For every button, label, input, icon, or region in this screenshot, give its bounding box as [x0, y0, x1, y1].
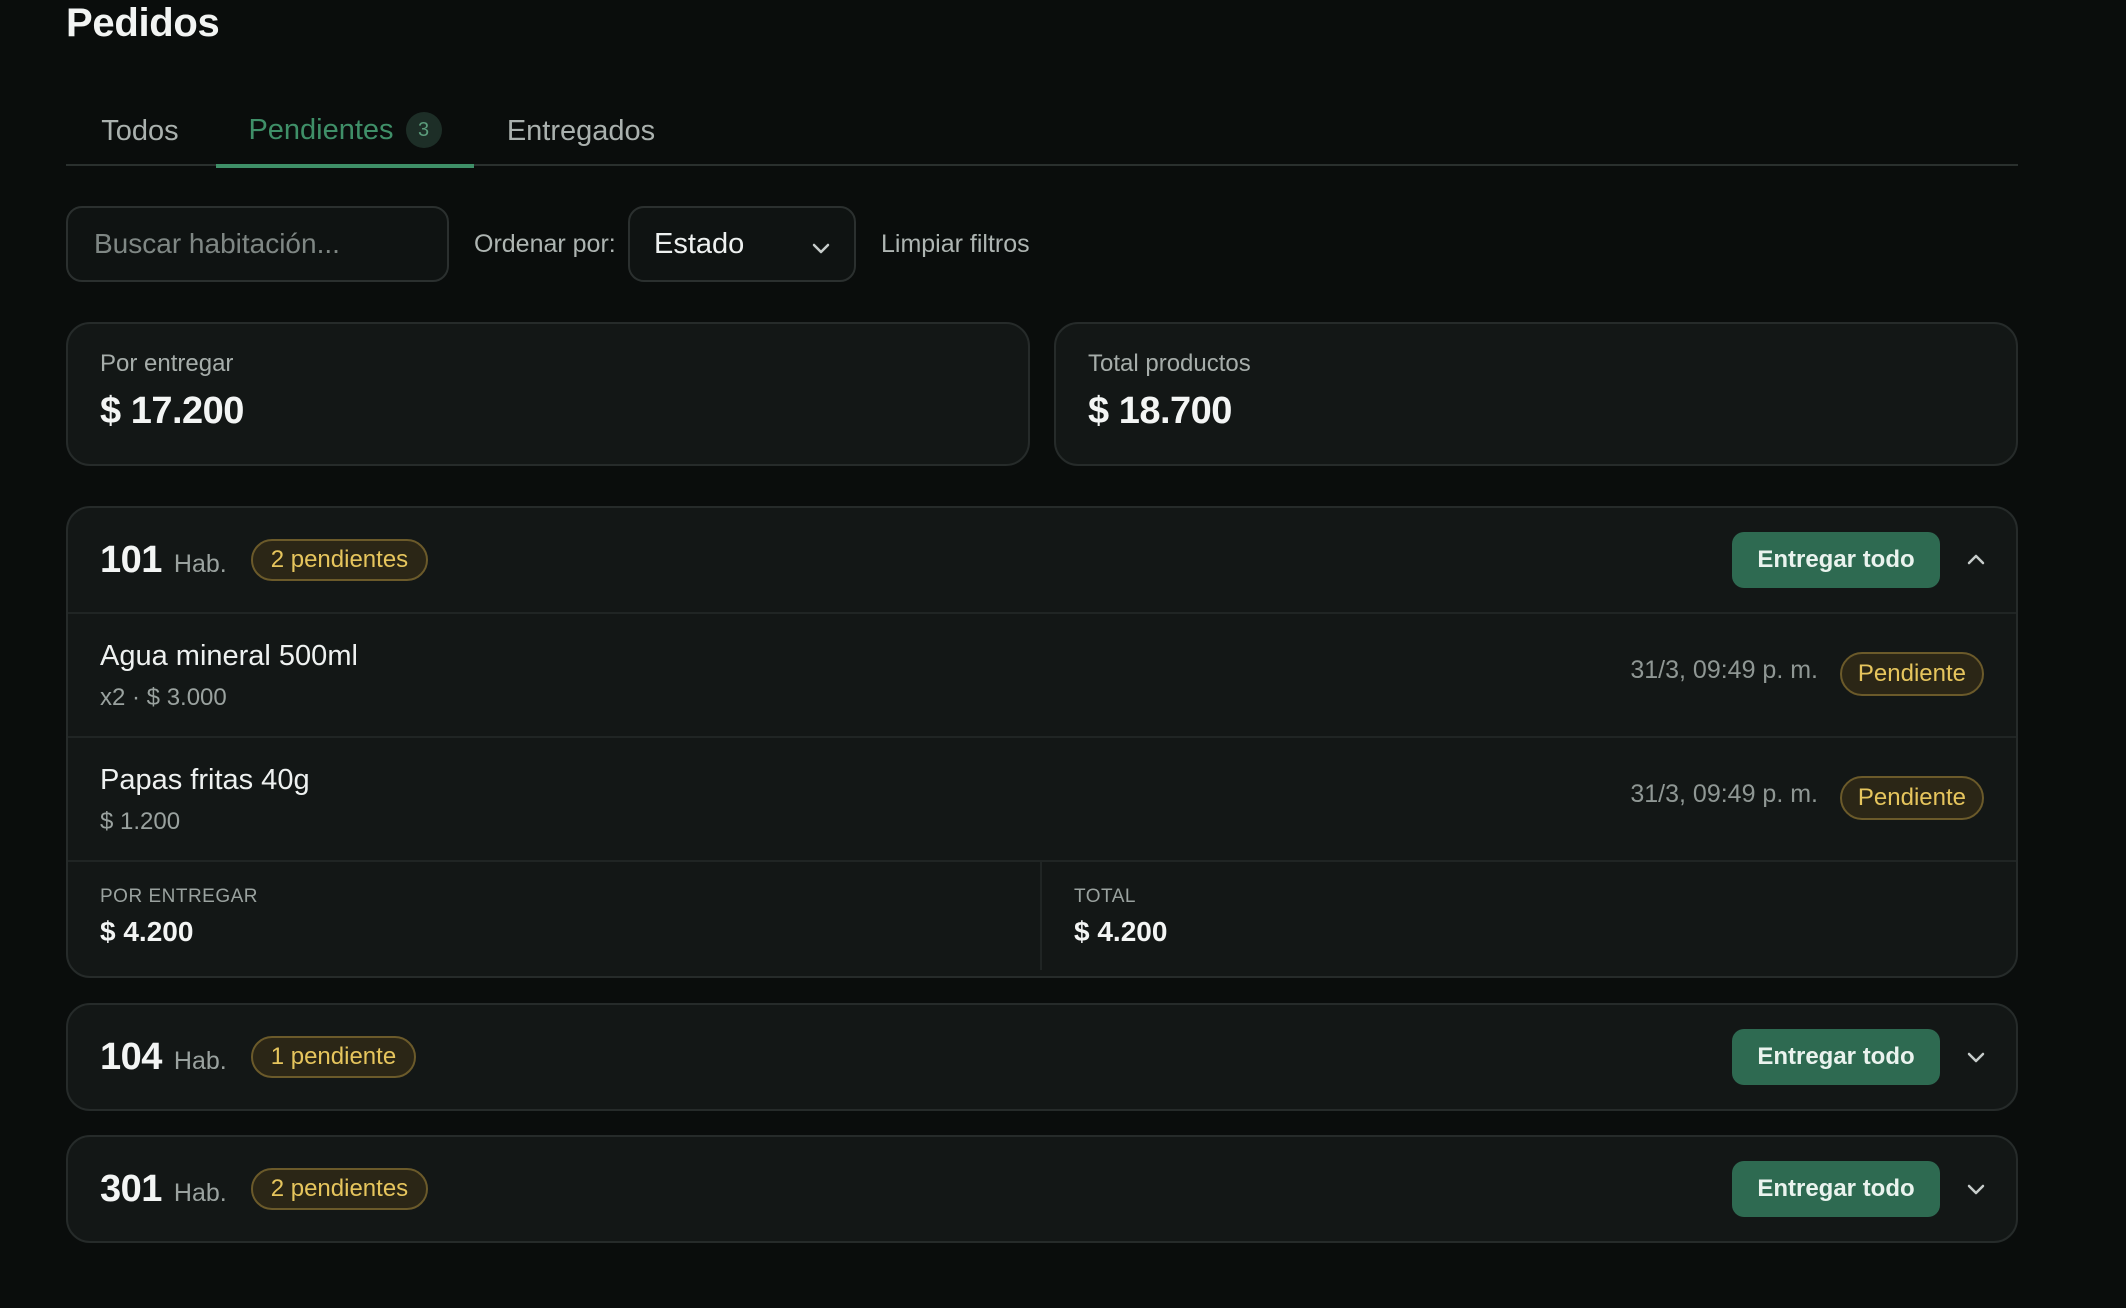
room-header[interactable]: 301 Hab. 2 pendientes Entregar todo [68, 1137, 2016, 1241]
item-list: Agua mineral 500ml x2 · $ 3.000 31/3, 09… [68, 612, 2016, 862]
sort-select[interactable]: Estado [628, 206, 856, 282]
pending-count-badge: 1 pendiente [250, 1036, 417, 1078]
item-quantity-price: $ 1.200 [100, 808, 181, 835]
tab-label: Entregados [506, 114, 656, 147]
pending-count-badge: 2 pendientes [250, 1168, 429, 1210]
sort-selected-value: Estado [654, 227, 745, 260]
deliver-all-button[interactable]: Entregar todo [1732, 1029, 1940, 1085]
item-name: Papas fritas 40g [100, 764, 310, 796]
room-number: 101 [100, 538, 162, 581]
tab-count-badge: 3 [405, 112, 442, 148]
footer-total: TOTAL $ 4.200 [1042, 862, 2016, 970]
chevron-down-icon[interactable] [1960, 1173, 1992, 1205]
summary-value: $ 18.700 [1088, 390, 1232, 432]
sort-label: Ordenar por: [474, 230, 616, 258]
item-name: Agua mineral 500ml [100, 640, 358, 672]
room-hab-label: Hab. [173, 1178, 227, 1207]
chevron-down-icon [810, 234, 832, 267]
item-timestamp: 31/3, 09:49 p. m. [1630, 656, 1818, 684]
pending-count-badge: 2 pendientes [250, 539, 429, 581]
room-card-104: 104 Hab. 1 pendiente Entregar todo [66, 1003, 2018, 1111]
tab-label: Pendientes [248, 113, 394, 146]
deliver-all-button[interactable]: Entregar todo [1732, 532, 1940, 588]
deliver-all-button[interactable]: Entregar todo [1732, 1161, 1940, 1217]
room-card-301: 301 Hab. 2 pendientes Entregar todo [66, 1135, 2018, 1243]
summary-card-total: Total productos $ 18.700 [1054, 322, 2018, 466]
search-input[interactable] [66, 206, 449, 282]
room-footer: POR ENTREGAR $ 4.200 TOTAL $ 4.200 [68, 862, 2016, 970]
status-badge: Pendiente [1839, 652, 1984, 696]
filter-bar: Ordenar por: Estado Limpiar filtros [66, 206, 2018, 282]
footer-label: TOTAL [1074, 886, 1136, 907]
footer-value: $ 4.200 [100, 916, 194, 947]
list-item: Papas fritas 40g $ 1.200 31/3, 09:49 p. … [68, 738, 2016, 862]
tab-label: Todos [101, 114, 179, 147]
room-header[interactable]: 104 Hab. 1 pendiente Entregar todo [68, 1005, 2016, 1109]
page-title: Pedidos [66, 1, 220, 45]
summary-value: $ 17.200 [100, 390, 244, 432]
chevron-down-icon[interactable] [1960, 1041, 1992, 1073]
room-number: 104 [100, 1035, 162, 1078]
summary-label: Por entregar [100, 350, 234, 377]
tab-bar: Todos Pendientes 3 Entregados [66, 96, 2018, 168]
list-item: Agua mineral 500ml x2 · $ 3.000 31/3, 09… [68, 614, 2016, 738]
chevron-up-icon[interactable] [1960, 544, 1992, 576]
tab-todos[interactable]: Todos [66, 96, 214, 166]
room-card-101: 101 Hab. 2 pendientes Entregar todo Agua… [66, 506, 2018, 978]
footer-label: POR ENTREGAR [100, 886, 259, 907]
clear-filters-link[interactable]: Limpiar filtros [881, 206, 1030, 282]
status-badge: Pendiente [1839, 776, 1984, 820]
room-header[interactable]: 101 Hab. 2 pendientes Entregar todo [68, 508, 2016, 612]
room-hab-label: Hab. [173, 549, 227, 578]
room-number: 301 [100, 1167, 162, 1210]
tab-pendientes[interactable]: Pendientes 3 [216, 96, 474, 168]
room-hab-label: Hab. [173, 1046, 227, 1075]
footer-value: $ 4.200 [1074, 916, 1168, 947]
item-quantity-price: x2 · $ 3.000 [100, 684, 227, 711]
summary-label: Total productos [1088, 350, 1251, 377]
summary-card-to-deliver: Por entregar $ 17.200 [66, 322, 1030, 466]
tab-entregados[interactable]: Entregados [474, 96, 688, 166]
footer-to-deliver: POR ENTREGAR $ 4.200 [68, 862, 1042, 970]
item-timestamp: 31/3, 09:49 p. m. [1630, 780, 1818, 808]
